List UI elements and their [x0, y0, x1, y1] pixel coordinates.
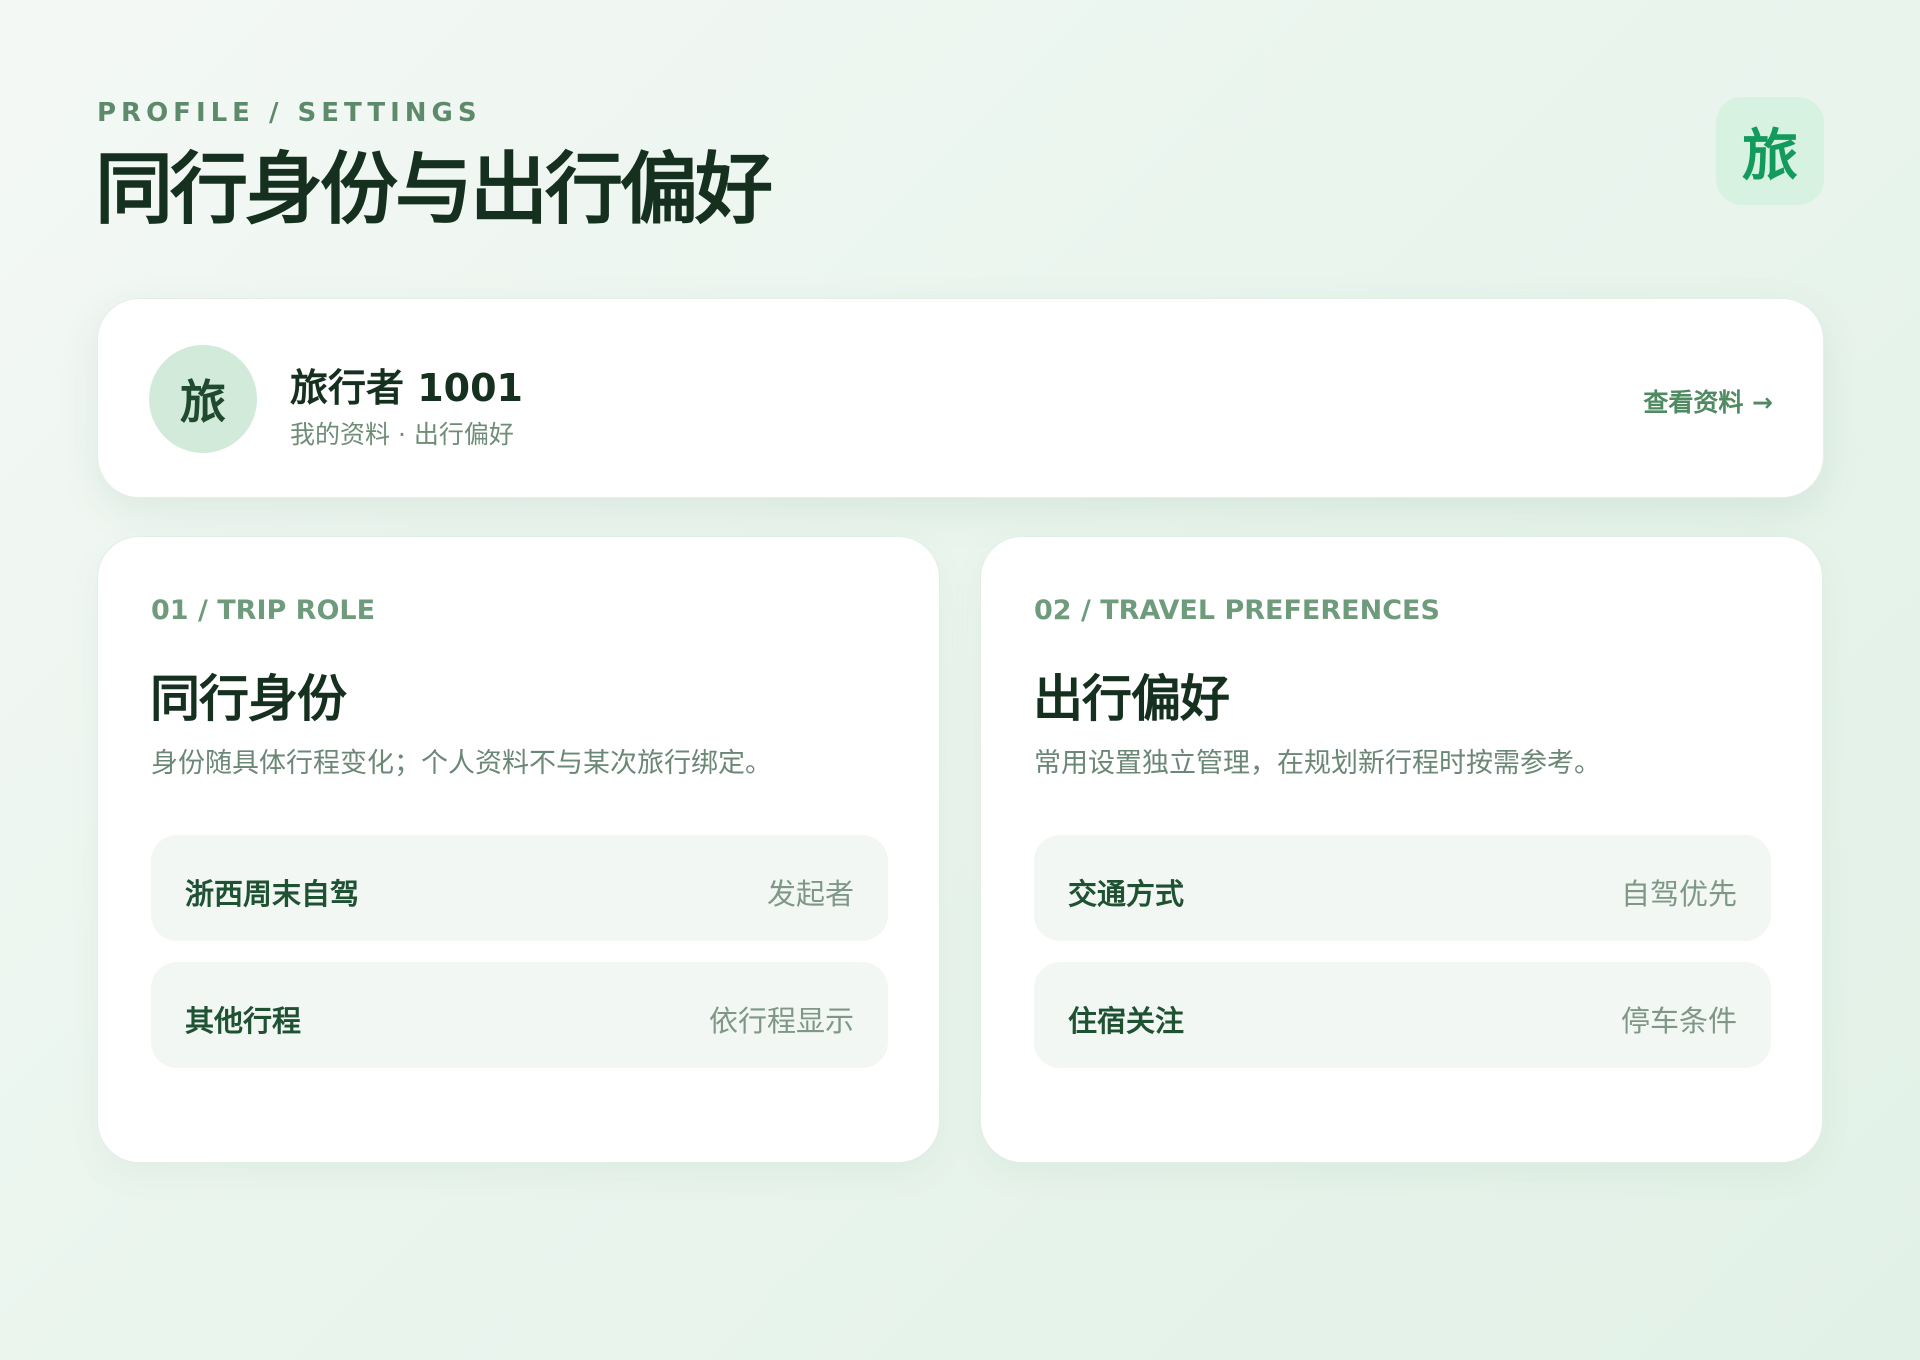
profile-card: 旅 旅行者 1001 我的资料 · 出行偏好 查看资料 → — [97, 298, 1824, 498]
section-title: 同行身份 — [150, 670, 347, 728]
row-value: 发起者 — [766, 877, 854, 911]
page-title: 同行身份与出行偏好 — [95, 145, 773, 235]
breadcrumb: PROFILE / SETTINGS — [97, 98, 482, 128]
row-label: 其他行程 — [185, 1004, 302, 1038]
section-eyebrow: 02 / TRAVEL PREFERENCES — [1034, 595, 1440, 626]
row-label: 浙西周末自驾 — [185, 877, 360, 911]
row-label: 住宿关注 — [1068, 1004, 1185, 1038]
user-subtitle: 我的资料 · 出行偏好 — [290, 420, 514, 449]
avatar: 旅 — [149, 345, 257, 453]
user-name: 旅行者 1001 — [290, 366, 523, 410]
travel-preferences-card: 02 / TRAVEL PREFERENCES 出行偏好 常用设置独立管理，在规… — [980, 536, 1823, 1163]
trip-role-card: 01 / TRIP ROLE 同行身份 身份随具体行程变化；个人资料不与某次旅行… — [97, 536, 940, 1163]
trip-role-row[interactable]: 浙西周末自驾 发起者 — [151, 835, 888, 941]
profile-settings-page: PROFILE / SETTINGS 同行身份与出行偏好 旅 旅 旅行者 100… — [0, 0, 1920, 1360]
preference-row[interactable]: 交通方式 自驾优先 — [1034, 835, 1771, 941]
row-label: 交通方式 — [1068, 877, 1185, 911]
trip-role-row[interactable]: 其他行程 依行程显示 — [151, 962, 888, 1068]
section-description: 身份随具体行程变化；个人资料不与某次旅行绑定。 — [151, 748, 772, 779]
view-profile-link[interactable]: 查看资料 → — [1643, 383, 1773, 419]
brand-logo-badge: 旅 — [1716, 97, 1824, 205]
row-value: 停车条件 — [1620, 1004, 1737, 1038]
preference-row[interactable]: 住宿关注 停车条件 — [1034, 962, 1771, 1068]
section-description: 常用设置独立管理，在规划新行程时按需参考。 — [1034, 748, 1601, 779]
section-eyebrow: 01 / TRIP ROLE — [151, 595, 376, 626]
row-value: 自驾优先 — [1620, 877, 1737, 911]
section-title: 出行偏好 — [1033, 670, 1230, 728]
row-value: 依行程显示 — [708, 1004, 854, 1038]
